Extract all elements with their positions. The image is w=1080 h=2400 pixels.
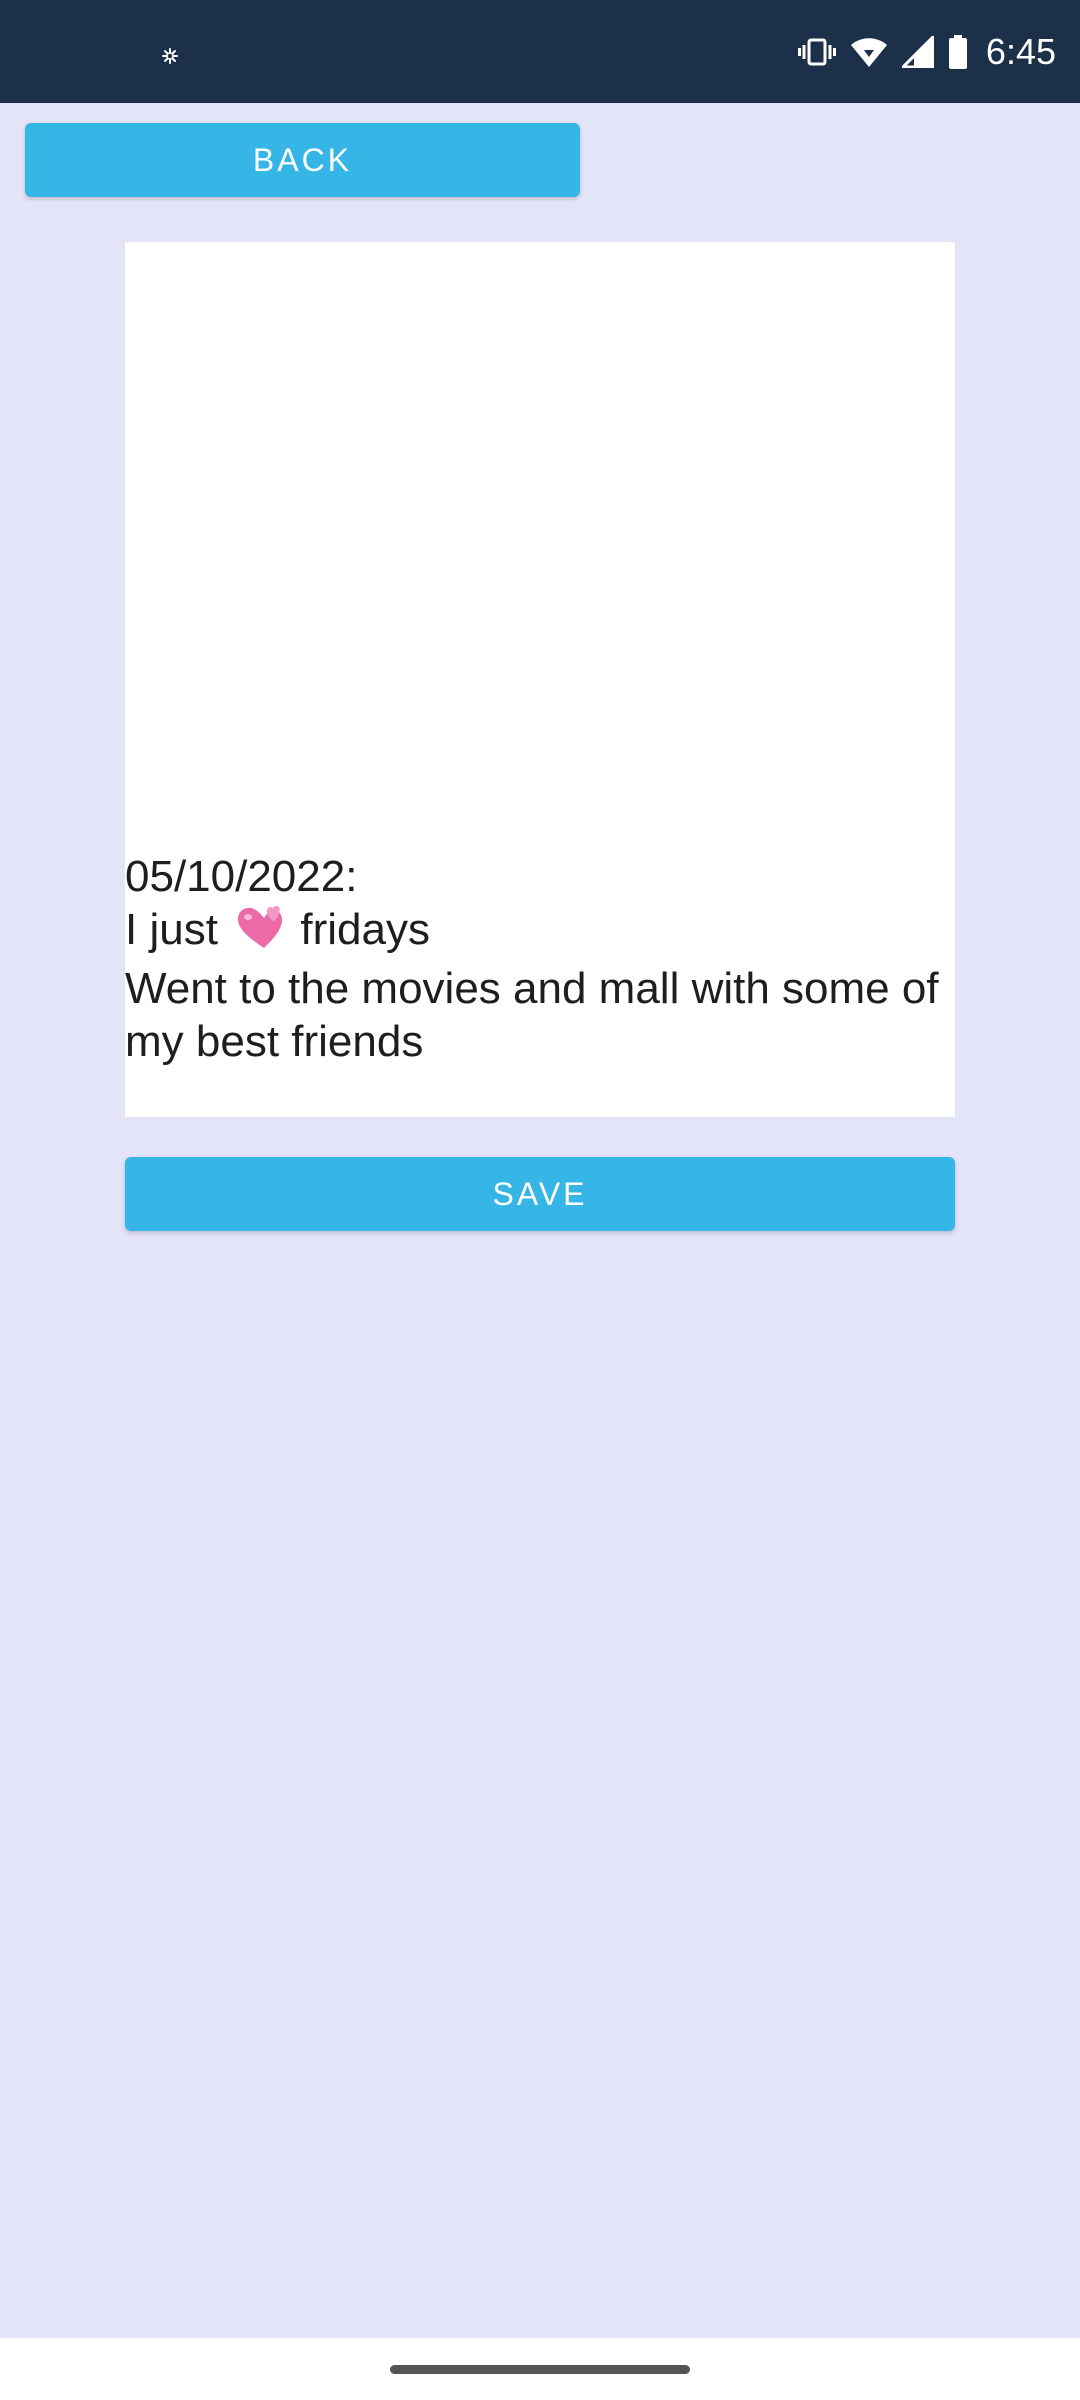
two-hearts-emoji-icon xyxy=(234,904,284,962)
vibrate-icon xyxy=(797,37,836,67)
app-notification-icon xyxy=(158,44,182,68)
signal-icon xyxy=(901,36,934,68)
status-icons: 6:45 xyxy=(784,30,1056,74)
entry-line-3: Went to the movies and mall with some of… xyxy=(125,964,939,1066)
status-bar: 6:45 xyxy=(0,0,1080,103)
battery-icon xyxy=(948,35,968,69)
status-time: 6:45 xyxy=(985,31,1056,72)
save-button[interactable]: SAVE xyxy=(125,1157,955,1231)
navigation-bar xyxy=(0,2338,1080,2400)
journal-entry-field[interactable]: 05/10/2022: I just fridays Went to the m… xyxy=(125,242,955,1117)
entry-line-2-end: fridays xyxy=(288,905,430,954)
entry-line-2-start: I just xyxy=(125,905,231,954)
wifi-icon xyxy=(850,36,888,68)
home-gesture-handle[interactable] xyxy=(390,2365,690,2374)
entry-date: 05/10/2022: xyxy=(125,852,358,901)
back-button[interactable]: BACK xyxy=(25,123,580,197)
entry-line-2: I just fridays xyxy=(125,903,945,962)
journal-entry-text[interactable]: 05/10/2022: I just fridays Went to the m… xyxy=(125,850,945,1068)
